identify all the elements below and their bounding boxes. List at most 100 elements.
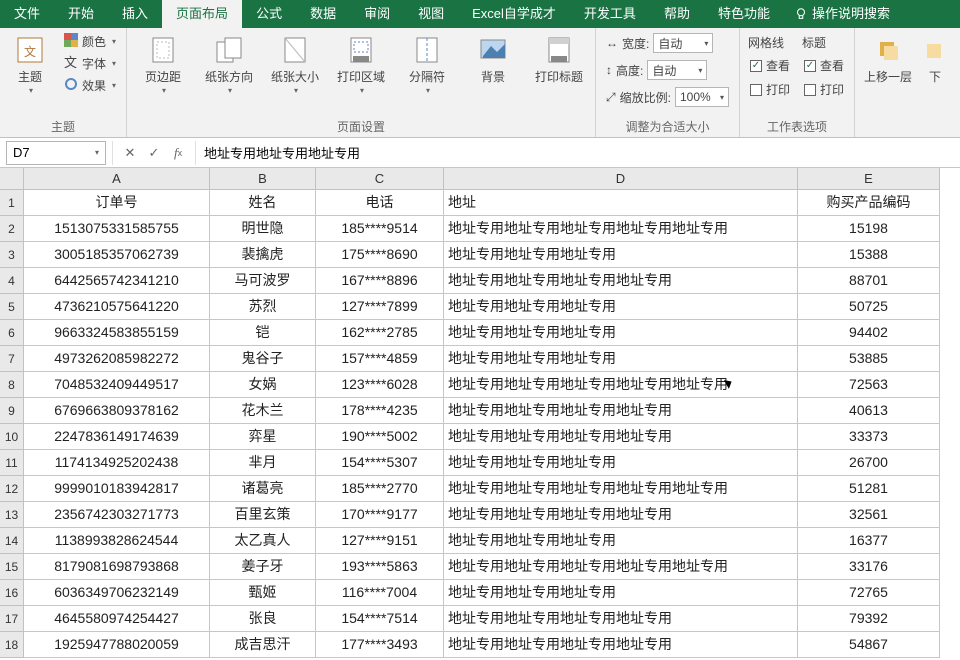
height-control[interactable]: ↕ 高度: 自动▾ xyxy=(604,59,731,81)
cell[interactable]: 花木兰 xyxy=(210,398,316,424)
cell[interactable]: 2247836149174639 xyxy=(24,424,210,450)
width-select[interactable]: 自动▾ xyxy=(653,33,713,53)
tab-3[interactable]: 页面布局 xyxy=(162,0,242,28)
cell[interactable]: 178****4235 xyxy=(316,398,444,424)
cell[interactable]: 姜子牙 xyxy=(210,554,316,580)
gridlines-view-checkbox[interactable]: 查看 xyxy=(748,56,792,75)
select-all-corner[interactable] xyxy=(0,168,24,190)
tab-6[interactable]: 审阅 xyxy=(350,0,404,28)
row-header-13[interactable]: 13 xyxy=(0,502,24,528)
row-header-3[interactable]: 3 xyxy=(0,242,24,268)
fonts-button[interactable]: 文 字体▾ xyxy=(62,54,118,73)
headings-print-checkbox[interactable]: 打印 xyxy=(802,80,846,99)
cell[interactable]: 1925947788020059 xyxy=(24,632,210,658)
cell[interactable]: 8179081698793868 xyxy=(24,554,210,580)
cell[interactable]: 185****2770 xyxy=(316,476,444,502)
cell[interactable]: 167****8896 xyxy=(316,268,444,294)
cell[interactable]: 6442565742341210 xyxy=(24,268,210,294)
cell[interactable]: 地址专用地址专用地址专用地址专用 xyxy=(444,502,798,528)
cell[interactable]: 马可波罗 xyxy=(210,268,316,294)
cell[interactable]: 15388 xyxy=(798,242,940,268)
row-header-12[interactable]: 12 xyxy=(0,476,24,502)
row-header-8[interactable]: 8 xyxy=(0,372,24,398)
cell[interactable]: 72563 xyxy=(798,372,940,398)
cell[interactable]: 54867 xyxy=(798,632,940,658)
cell[interactable]: 成吉思汗 xyxy=(210,632,316,658)
cell[interactable]: 193****5863 xyxy=(316,554,444,580)
cell[interactable]: 4736210575641220 xyxy=(24,294,210,320)
cell[interactable]: 苏烈 xyxy=(210,294,316,320)
cell[interactable]: 1138993828624544 xyxy=(24,528,210,554)
background-button[interactable]: 背景 xyxy=(465,32,521,84)
cell[interactable]: 地址专用地址专用地址专用地址专用地址专用 xyxy=(444,372,798,398)
cell[interactable]: 32561 xyxy=(798,502,940,528)
tab-10[interactable]: 帮助 xyxy=(650,0,704,28)
cell[interactable]: 3005185357062739 xyxy=(24,242,210,268)
cell[interactable]: 175****8690 xyxy=(316,242,444,268)
cell[interactable]: 127****9151 xyxy=(316,528,444,554)
tab-0[interactable]: 文件 xyxy=(0,0,54,28)
cell[interactable]: 154****5307 xyxy=(316,450,444,476)
cell[interactable]: 地址专用地址专用地址专用 xyxy=(444,320,798,346)
cell[interactable]: 地址专用地址专用地址专用地址专用 xyxy=(444,424,798,450)
header-cell[interactable]: 购买产品编码 xyxy=(798,190,940,216)
cell[interactable]: 6036349706232149 xyxy=(24,580,210,606)
cell[interactable]: 26700 xyxy=(798,450,940,476)
cell[interactable]: 芈月 xyxy=(210,450,316,476)
cell[interactable]: 百里玄策 xyxy=(210,502,316,528)
cell[interactable]: 地址专用地址专用地址专用 xyxy=(444,346,798,372)
cell[interactable]: 2356742303271773 xyxy=(24,502,210,528)
cell[interactable]: 鬼谷子 xyxy=(210,346,316,372)
header-cell[interactable]: 姓名 xyxy=(210,190,316,216)
cell[interactable]: 157****4859 xyxy=(316,346,444,372)
margins-button[interactable]: 页边距▾ xyxy=(135,32,191,95)
cell[interactable]: 72765 xyxy=(798,580,940,606)
send-backward-button[interactable]: 下 xyxy=(923,32,947,84)
cell[interactable]: 甄姬 xyxy=(210,580,316,606)
row-header-6[interactable]: 6 xyxy=(0,320,24,346)
cell[interactable]: 地址专用地址专用地址专用地址专用 xyxy=(444,632,798,658)
row-header-1[interactable]: 1 xyxy=(0,190,24,216)
row-header-2[interactable]: 2 xyxy=(0,216,24,242)
row-header-5[interactable]: 5 xyxy=(0,294,24,320)
cell[interactable]: 15198 xyxy=(798,216,940,242)
scale-control[interactable]: ⤢ 缩放比例: 100%▾ xyxy=(604,86,731,108)
cell[interactable]: 地址专用地址专用地址专用地址专用 xyxy=(444,398,798,424)
gridlines-print-checkbox[interactable]: 打印 xyxy=(748,80,792,99)
cell[interactable]: 裴擒虎 xyxy=(210,242,316,268)
tab-11[interactable]: 特色功能 xyxy=(704,0,784,28)
themes-button[interactable]: 文 主题 ▾ xyxy=(8,32,52,95)
cell[interactable]: 16377 xyxy=(798,528,940,554)
bring-forward-button[interactable]: 上移一层 xyxy=(863,32,913,84)
cancel-icon[interactable]: ✕ xyxy=(123,146,137,160)
row-header-16[interactable]: 16 xyxy=(0,580,24,606)
headings-view-checkbox[interactable]: 查看 xyxy=(802,56,846,75)
cell[interactable]: 33176 xyxy=(798,554,940,580)
colors-button[interactable]: 颜色▾ xyxy=(62,32,118,51)
column-header-B[interactable]: B xyxy=(210,168,316,190)
cell[interactable]: 123****6028 xyxy=(316,372,444,398)
breaks-button[interactable]: 分隔符▾ xyxy=(399,32,455,95)
cell[interactable]: 地址专用地址专用地址专用 xyxy=(444,580,798,606)
header-cell[interactable]: 电话 xyxy=(316,190,444,216)
cell[interactable]: 50725 xyxy=(798,294,940,320)
cell[interactable]: 127****7899 xyxy=(316,294,444,320)
cell[interactable]: 170****9177 xyxy=(316,502,444,528)
cell[interactable]: 88701 xyxy=(798,268,940,294)
effects-button[interactable]: 效果▾ xyxy=(62,76,118,95)
cell[interactable]: 51281 xyxy=(798,476,940,502)
tab-7[interactable]: 视图 xyxy=(404,0,458,28)
row-header-9[interactable]: 9 xyxy=(0,398,24,424)
header-cell[interactable]: 订单号 xyxy=(24,190,210,216)
cell[interactable]: 张良 xyxy=(210,606,316,632)
width-control[interactable]: ↔ 宽度: 自动▾ xyxy=(604,32,731,54)
header-cell[interactable]: 地址 xyxy=(444,190,798,216)
cell[interactable]: 154****7514 xyxy=(316,606,444,632)
cell[interactable]: 79392 xyxy=(798,606,940,632)
orientation-button[interactable]: 纸张方向▾ xyxy=(201,32,257,95)
cell[interactable]: 明世隐 xyxy=(210,216,316,242)
cell[interactable]: 地址专用地址专用地址专用地址专用 xyxy=(444,606,798,632)
cell[interactable]: 地址专用地址专用地址专用 xyxy=(444,294,798,320)
cell[interactable]: 9999010183942817 xyxy=(24,476,210,502)
tab-2[interactable]: 插入 xyxy=(108,0,162,28)
